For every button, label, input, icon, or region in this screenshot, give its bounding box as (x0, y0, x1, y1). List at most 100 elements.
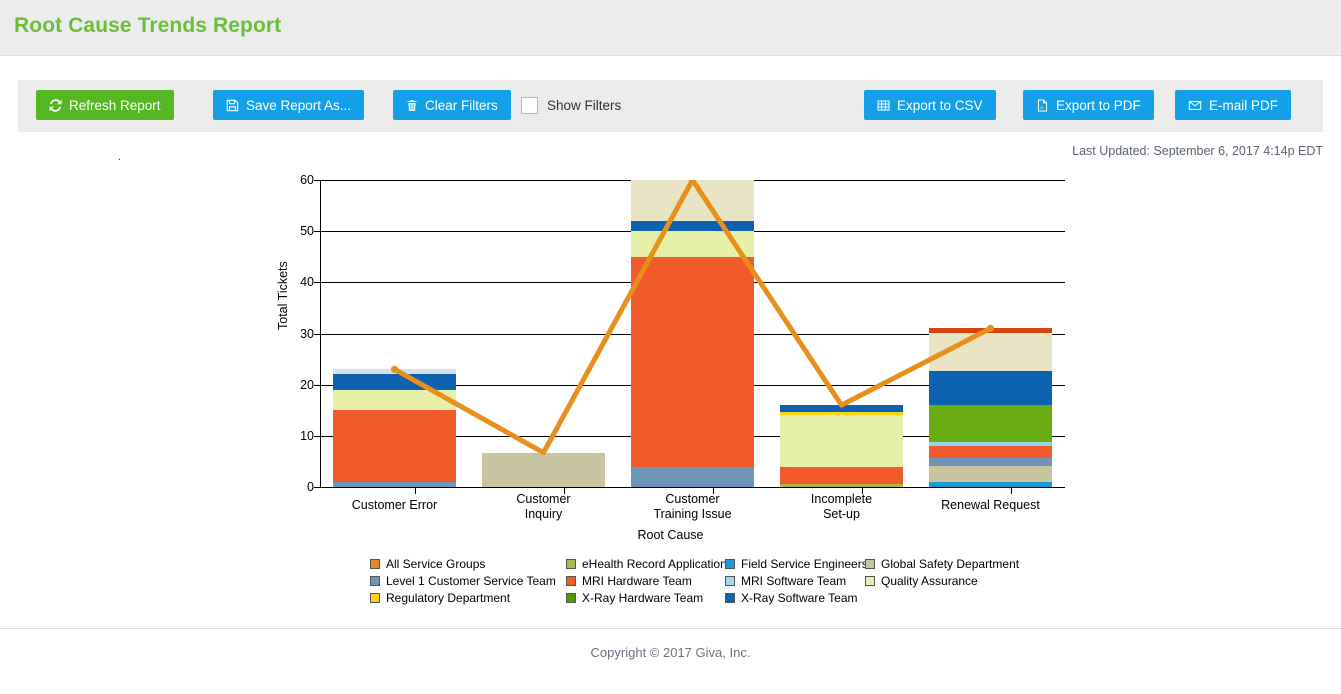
legend-label: Quality Assurance (881, 574, 978, 588)
bar-segment[interactable] (780, 411, 903, 416)
export-to-pdf-label: Export to PDF (1056, 97, 1141, 113)
page-title: Root Cause Trends Report (14, 14, 282, 37)
legend-item[interactable]: Regulatory Department (370, 591, 510, 605)
legend-label: MRI Hardware Team (582, 574, 692, 588)
legend-label: Field Service Engineers (741, 557, 868, 571)
legend-item[interactable]: X-Ray Software Team (725, 591, 858, 605)
bar-segment[interactable] (929, 466, 1052, 483)
clear-filters-button[interactable]: Clear Filters (393, 90, 511, 120)
bar-segment[interactable] (929, 441, 1052, 446)
x-category-label: Incomplete Set-up (762, 492, 922, 522)
x-category-label: Renewal Request (911, 498, 1071, 513)
bar-segment[interactable] (333, 369, 456, 375)
y-tick-label: 0 (307, 480, 314, 494)
legend-item[interactable]: Field Service Engineers (725, 557, 868, 571)
legend-item[interactable]: MRI Software Team (725, 574, 846, 588)
bar-segment[interactable] (333, 410, 456, 482)
bar-segment[interactable] (929, 445, 1052, 459)
bar-segment[interactable] (631, 466, 754, 487)
bar-customer-error[interactable] (333, 180, 456, 487)
legend-label: MRI Software Team (741, 574, 847, 588)
bar-segment[interactable] (929, 404, 1052, 442)
export-to-csv-button[interactable]: Export to CSV (864, 90, 996, 120)
bar-segment[interactable] (333, 374, 456, 390)
y-tick-label: 30 (300, 326, 314, 341)
x-category-label: Customer Inquiry (464, 492, 624, 522)
envelope-icon (1188, 99, 1202, 112)
floppy-disk-icon (226, 99, 239, 112)
bar-segment[interactable] (929, 458, 1052, 467)
legend-row: All Service Groups eHealth Record Applica… (370, 557, 1030, 574)
save-report-as-button[interactable]: Save Report As... (213, 90, 365, 120)
save-report-as-label: Save Report As... (246, 97, 352, 113)
x-category-line: Inquiry (524, 507, 563, 521)
legend-swatch (566, 576, 576, 586)
show-filters-control[interactable]: Show Filters (521, 90, 621, 120)
bar-segment[interactable] (631, 220, 754, 232)
x-axis-label: Root Cause (637, 528, 704, 542)
y-axis-label: Total Tickets (276, 261, 290, 330)
y-tick-label: 60 (300, 173, 314, 187)
legend-swatch (566, 593, 576, 603)
legend-item[interactable]: MRI Hardware Team (566, 574, 692, 588)
bar-segment[interactable] (929, 371, 1052, 405)
legend-item[interactable]: Global Safety Department (865, 557, 1019, 571)
y-tick-label: 50 (300, 224, 314, 239)
plot-area (320, 180, 1065, 488)
legend-swatch (865, 576, 875, 586)
legend-label: Regulatory Department (386, 591, 511, 605)
bar-segment[interactable] (333, 389, 456, 411)
bar-segment[interactable] (780, 405, 903, 412)
y-tick-label: 40 (300, 275, 314, 290)
bar-incomplete-set-up[interactable] (780, 180, 903, 487)
email-pdf-button[interactable]: E-mail PDF (1175, 90, 1292, 120)
bar-segment[interactable] (780, 415, 903, 467)
last-updated-text: Last Updated: September 6, 2017 4:14p ED… (1072, 144, 1323, 158)
x-tick-mark (1010, 487, 1012, 494)
bar-segment[interactable] (631, 180, 754, 221)
bar-segment[interactable] (482, 452, 605, 487)
legend-swatch (370, 593, 380, 603)
bar-renewal-request[interactable] (929, 180, 1052, 487)
x-category-line: Incomplete (810, 492, 873, 506)
legend-item[interactable]: All Service Groups (370, 557, 485, 571)
legend-label: Global Safety Department (881, 557, 1020, 571)
legend-label: All Service Groups (386, 557, 486, 571)
legend-swatch (725, 559, 735, 569)
x-category-label: Customer Error (315, 498, 475, 513)
legend-swatch (370, 576, 380, 586)
bar-customer-inquiry[interactable] (482, 180, 605, 487)
legend-swatch (566, 559, 576, 569)
export-to-pdf-button[interactable]: A Export to PDF (1023, 90, 1154, 120)
legend-item[interactable]: Level 1 Customer Service Team (370, 574, 556, 588)
legend-swatch (725, 593, 735, 603)
legend-label: X-Ray Software Team (741, 591, 858, 605)
legend-label: Level 1 Customer Service Team (386, 574, 556, 588)
x-category-line: Customer Error (351, 498, 438, 512)
refresh-report-label: Refresh Report (69, 97, 161, 113)
bar-segment[interactable] (780, 466, 903, 484)
legend-item[interactable]: X-Ray Hardware Team (566, 591, 703, 605)
pdf-file-icon: A (1036, 98, 1049, 112)
show-filters-checkbox[interactable] (521, 96, 538, 114)
bar-customer-training-issue[interactable] (631, 180, 754, 487)
legend-item[interactable]: eHealth Record Applications (566, 557, 733, 571)
email-pdf-label: E-mail PDF (1209, 97, 1279, 113)
legend-item[interactable]: Quality Assurance (865, 574, 978, 588)
x-category-line: Customer (516, 492, 571, 506)
bar-segment[interactable] (929, 332, 1052, 372)
legend-row: Level 1 Customer Service Team MRI Hardwar… (370, 574, 1030, 591)
bar-segment[interactable] (929, 328, 1052, 333)
chart-legend: All Service Groups eHealth Record Applica… (370, 557, 1030, 608)
report-page: Root Cause Trends Report Refresh Report … (0, 0, 1341, 694)
refresh-report-button[interactable]: Refresh Report (36, 90, 174, 120)
legend-label: X-Ray Hardware Team (582, 591, 704, 605)
bar-segment[interactable] (631, 256, 754, 467)
bar-segment[interactable] (631, 231, 754, 257)
report-toolbar: Refresh Report Save Report As... Clear F… (18, 80, 1323, 132)
footer-copyright: Copyright © 2017 Giva, Inc. (590, 645, 751, 660)
table-icon (877, 99, 890, 112)
refresh-icon (49, 98, 62, 112)
x-category-line: Renewal Request (941, 498, 1040, 512)
x-tick-mark (414, 487, 416, 494)
